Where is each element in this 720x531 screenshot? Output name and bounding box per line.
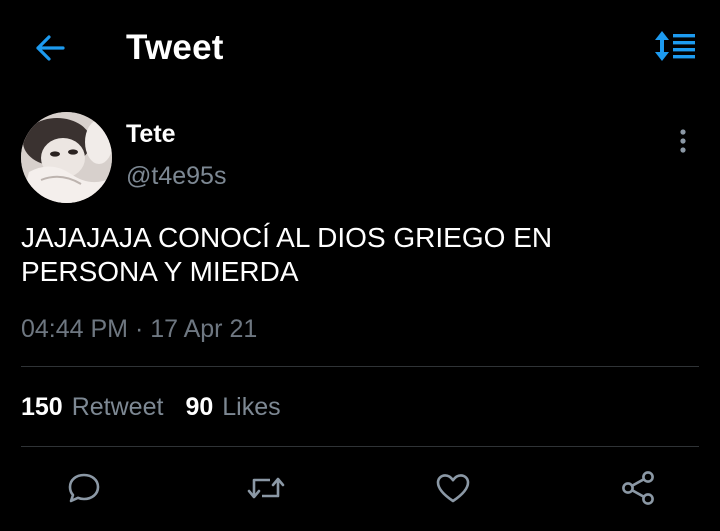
author-name[interactable]: Tete [126,119,176,149]
divider [21,446,699,447]
retweets-label: Retweet [71,393,164,421]
likes-stat[interactable]: 90 Likes [185,392,280,422]
page-title: Tweet [126,28,224,67]
sort-lines-icon [653,29,699,68]
tweet-text: JAJAJAJA CONOCÍ AL DIOS GRIEGO EN PERSON… [21,222,553,287]
arrow-left-icon [35,34,65,66]
tweet-detail-screen: Tweet Tete @t4e95s JAJAJAJA CONOCÍ AL DI… [0,0,720,531]
reply-button[interactable] [64,470,104,510]
reply-icon [67,471,101,510]
divider [21,366,699,367]
avatar-photo [21,112,112,203]
engagement-stats: 150 Retweet 90 Likes [21,392,281,422]
likes-label: Likes [222,393,281,421]
action-bar [0,470,720,510]
retweet-button[interactable] [246,470,286,510]
share-button[interactable] [618,470,658,510]
avatar[interactable] [21,112,112,203]
likes-count: 90 [185,393,214,421]
like-button[interactable] [433,470,473,510]
back-button[interactable] [30,30,70,70]
top-app-bar: Tweet [0,0,720,96]
retweets-count: 150 [21,393,63,421]
author-handle[interactable]: @t4e95s [126,161,226,191]
share-icon [620,470,656,511]
more-vertical-icon [678,128,688,159]
tweet-timestamp: 04:44 PM · 17 Apr 21 [21,315,258,343]
retweet-icon [246,472,286,509]
retweets-stat[interactable]: 150 Retweet [21,392,163,422]
heart-icon [435,472,471,509]
sort-button[interactable] [648,28,704,68]
more-options-button[interactable] [666,126,700,160]
